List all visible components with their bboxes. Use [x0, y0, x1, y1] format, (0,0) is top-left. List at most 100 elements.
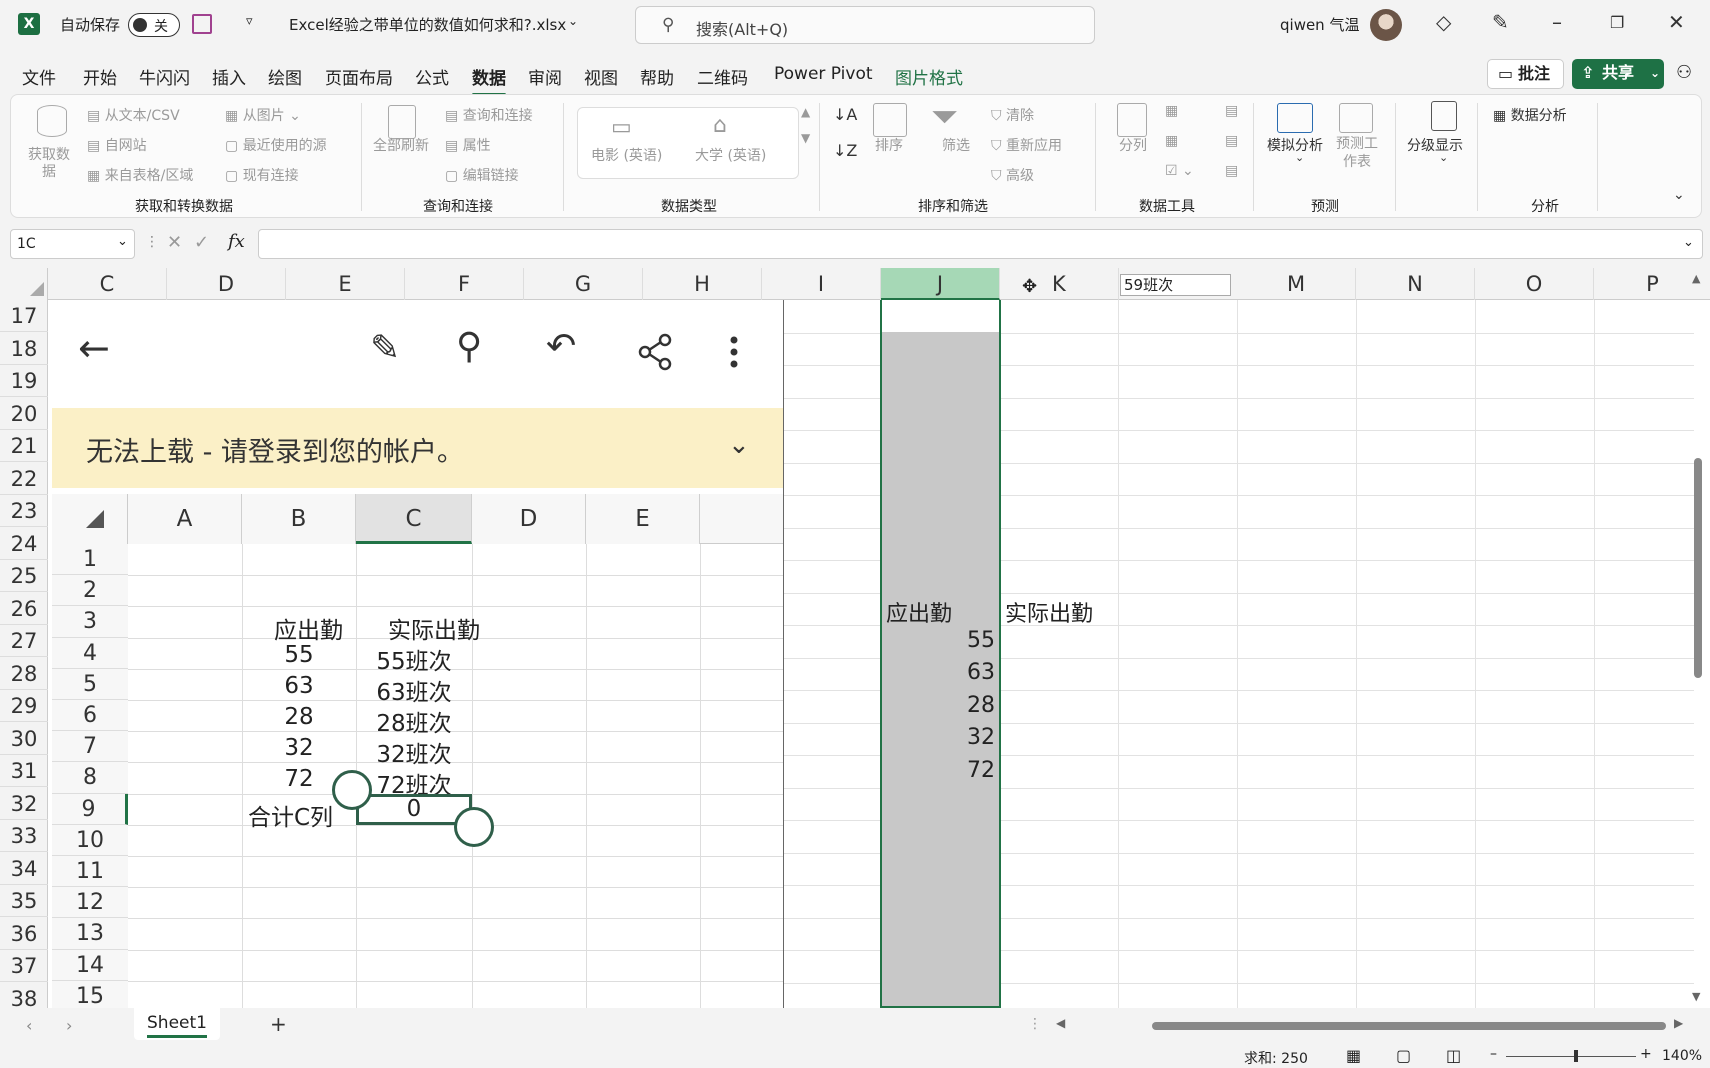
mobile-row-header[interactable]: 13	[52, 918, 128, 950]
mobile-row-header[interactable]: 11	[52, 856, 128, 888]
column-header[interactable]: H	[643, 268, 762, 300]
page-layout-view-icon[interactable]: ▢	[1396, 1046, 1411, 1065]
mobile-row-header[interactable]: 6	[52, 700, 128, 732]
cell-j31[interactable]: 72	[881, 758, 995, 783]
mobile-column-header[interactable]: E	[586, 494, 700, 544]
row-header[interactable]: 24	[0, 528, 48, 560]
row-header[interactable]: 34	[0, 853, 48, 885]
sort-button[interactable]: 排序	[875, 135, 903, 155]
cell-j29[interactable]: 28	[881, 693, 995, 718]
collapse-ribbon-icon[interactable]: ⌄	[1673, 187, 1685, 203]
mobile-row-header[interactable]: 5	[52, 668, 128, 700]
reapply-button[interactable]: ⛉ 重新应用	[991, 135, 1062, 155]
cell-j28[interactable]: 63	[881, 660, 995, 685]
advanced-button[interactable]: ⛉ 高级	[991, 165, 1034, 185]
zoom-slider-thumb[interactable]	[1574, 1050, 1578, 1062]
cell-b3[interactable]: 应出勤	[274, 611, 343, 645]
zoom-slider[interactable]	[1506, 1056, 1636, 1057]
cell-b7[interactable]: 32	[242, 735, 356, 761]
row-header[interactable]: 27	[0, 625, 48, 657]
edit-links-button[interactable]: ▢ 编辑链接	[445, 165, 519, 185]
row-header[interactable]: 31	[0, 755, 48, 787]
share-button[interactable]: ⇪ 共享 ⌄	[1572, 59, 1664, 89]
cell-c6[interactable]: 28班次	[356, 704, 472, 738]
column-header[interactable]: I	[762, 268, 881, 300]
data-validation-icon[interactable]: ☑ ⌄	[1165, 163, 1194, 179]
from-table-button[interactable]: ▦ 来自表格/区域	[87, 165, 193, 185]
next-sheet-icon[interactable]: ›	[66, 1016, 72, 1035]
tab-power-pivot[interactable]: Power Pivot	[774, 64, 873, 84]
cell-b9[interactable]: 合计C列	[248, 798, 333, 832]
row-header[interactable]: 29	[0, 690, 48, 722]
column-header-selected[interactable]: J	[881, 268, 1000, 300]
insert-function-icon[interactable]: fx	[228, 231, 245, 252]
recent-sources-button[interactable]: ▢ 最近使用的源	[225, 135, 327, 155]
minimize-icon[interactable]: –	[1552, 10, 1562, 34]
mobile-row-header[interactable]: 12	[52, 887, 128, 919]
search-icon[interactable]: ⚲	[456, 326, 482, 367]
prev-sheet-icon[interactable]: ‹	[26, 1016, 32, 1035]
tab-picture-format[interactable]: 图片格式	[895, 64, 963, 89]
what-if-chevron-icon[interactable]: ⌄	[1295, 151, 1304, 164]
zoom-in-icon[interactable]: +	[1640, 1046, 1652, 1062]
row-header[interactable]: 28	[0, 658, 48, 690]
vertical-scrollbar[interactable]	[1694, 458, 1702, 678]
clear-button[interactable]: ⛉ 清除	[991, 105, 1034, 125]
tab-qrcode[interactable]: 二维码	[697, 64, 748, 89]
pen-edit-icon[interactable]: ✎	[370, 328, 400, 369]
select-all-icon[interactable]	[30, 282, 44, 296]
relationships-icon[interactable]: ▤	[1225, 133, 1238, 149]
tab-home[interactable]: 开始	[83, 64, 117, 89]
selection-handle-start[interactable]	[332, 770, 372, 810]
mobile-column-header-selected[interactable]: C	[356, 494, 472, 544]
tab-view[interactable]: 视图	[584, 64, 618, 89]
outline-chevron-icon[interactable]: ⌄	[1439, 151, 1448, 164]
column-header[interactable]: O	[1475, 268, 1594, 300]
undo-icon[interactable]: ↶	[546, 326, 576, 367]
cell-k26[interactable]: 实际出勤	[1005, 596, 1093, 628]
column-header[interactable]: D	[167, 268, 286, 300]
pen-icon[interactable]: ✎	[1492, 10, 1509, 34]
properties-button[interactable]: ▤ 属性	[445, 135, 491, 155]
chevron-down-icon[interactable]: ⌄	[568, 14, 578, 28]
row-header[interactable]: 17	[0, 300, 48, 332]
selection-handle-end[interactable]	[454, 807, 494, 847]
row-header[interactable]: 19	[0, 365, 48, 397]
mobile-row-header[interactable]: 2	[52, 575, 128, 607]
cancel-entry-icon[interactable]: ✕	[167, 232, 182, 253]
row-header[interactable]: 20	[0, 398, 48, 430]
normal-view-icon[interactable]: ▦	[1346, 1046, 1361, 1065]
tab-insert[interactable]: 插入	[212, 64, 246, 89]
cell-b5[interactable]: 63	[242, 673, 356, 699]
user-name[interactable]: qiwen 气温	[1280, 14, 1359, 35]
get-data-button[interactable]: 获取数据	[27, 147, 71, 181]
sort-asc-icon[interactable]: ↓A	[833, 105, 857, 124]
flash-fill-icon[interactable]: ▦	[1165, 103, 1178, 119]
cell-c5[interactable]: 63班次	[356, 673, 472, 707]
row-header[interactable]: 36	[0, 918, 48, 950]
scroll-right-icon[interactable]: ▶	[1674, 1016, 1683, 1030]
more-options-icon[interactable]: ⋮	[145, 234, 159, 250]
restore-icon[interactable]: ❐	[1610, 13, 1624, 32]
more-vertical-icon[interactable]	[724, 332, 744, 372]
column-header[interactable]: N	[1356, 268, 1475, 300]
from-text-csv-button[interactable]: ▤ 从文本/CSV	[87, 105, 180, 125]
forecast-sheet-button[interactable]: 预测工作表	[1335, 135, 1379, 171]
existing-connections-button[interactable]: ▢ 现有连接	[225, 165, 299, 185]
cell-b6[interactable]: 28	[242, 704, 356, 730]
queries-connections-button[interactable]: ▤ 查询和连接	[445, 105, 533, 125]
mobile-column-header[interactable]: D	[472, 494, 586, 544]
tab-file[interactable]: 文件	[22, 64, 56, 89]
share-icon[interactable]	[635, 332, 675, 372]
tab-review[interactable]: 审阅	[528, 64, 562, 89]
customize-toolbar-icon[interactable]: ▿	[246, 14, 253, 29]
university-datatype[interactable]: 大学 (英语)	[695, 145, 766, 165]
mobile-row-header[interactable]: 8	[52, 762, 128, 794]
column-header[interactable]: G	[524, 268, 643, 300]
mobile-row-header-selected[interactable]: 9	[52, 793, 128, 825]
confirm-entry-icon[interactable]: ✓	[194, 232, 209, 253]
row-header[interactable]: 23	[0, 495, 48, 527]
select-all-icon[interactable]	[86, 510, 104, 528]
file-name[interactable]: Excel经验之带单位的数值如何求和?.xlsx	[289, 14, 566, 35]
cell-j27[interactable]: 55	[881, 628, 995, 653]
